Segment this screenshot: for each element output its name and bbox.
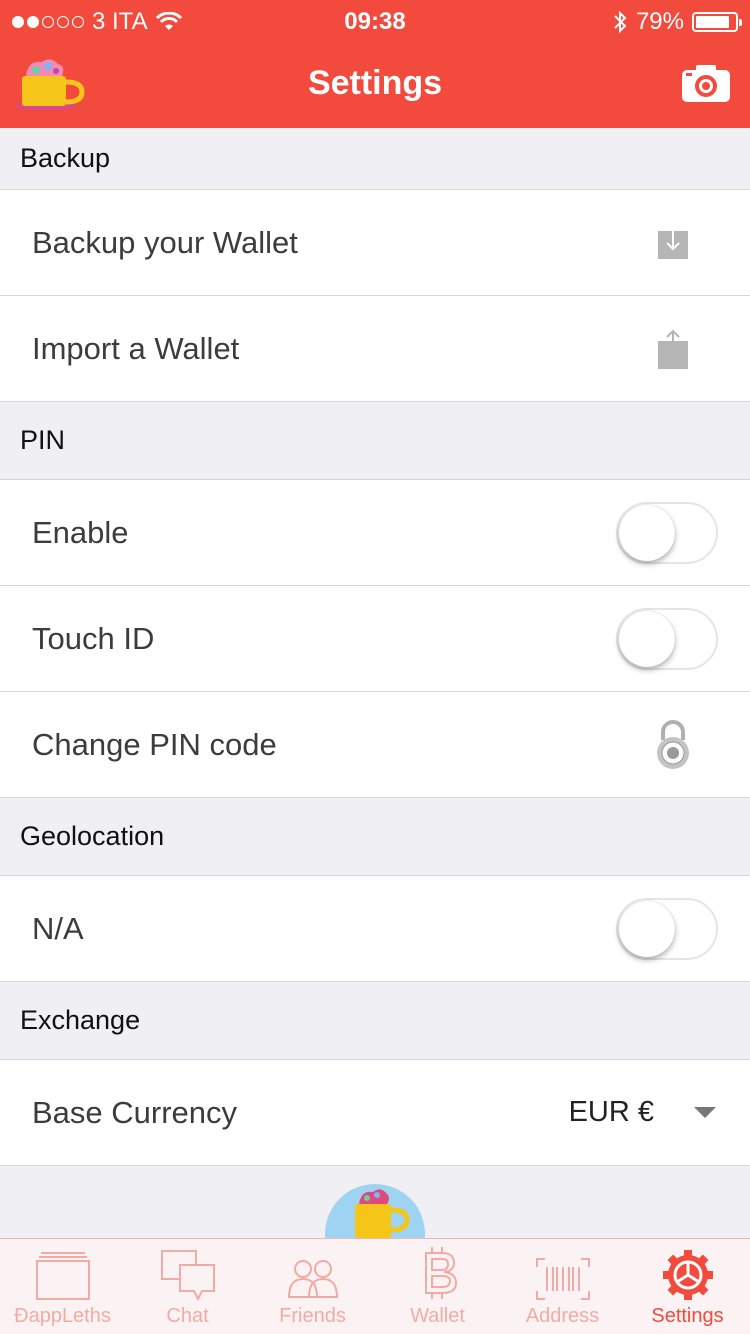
tab-chat[interactable]: Chat [125, 1239, 250, 1334]
tab-label: Address [525, 1305, 600, 1327]
tab-friends[interactable]: Friends [250, 1239, 375, 1334]
tab-label: Wallet [410, 1305, 465, 1327]
bluetooth-icon [614, 10, 627, 34]
folder-icon [35, 1252, 90, 1300]
base-currency-row[interactable]: Base Currency EUR € [0, 1060, 750, 1166]
upload-icon [648, 324, 698, 374]
bitcoin-icon [424, 1247, 457, 1299]
backup-wallet-label: Backup your Wallet [32, 224, 298, 260]
pin-enable-toggle[interactable] [616, 501, 718, 564]
base-currency-label: Base Currency [32, 1094, 238, 1130]
backup-wallet-row[interactable]: Backup your Wallet [0, 190, 750, 296]
tab-label: Settings [651, 1305, 724, 1327]
geolocation-row: N/A [0, 876, 750, 982]
settings-list: Backup Backup your Wallet Import a Walle… [0, 128, 750, 1238]
camera-icon[interactable] [680, 62, 732, 104]
tab-label: Chat [166, 1305, 209, 1327]
change-pin-label: Change PIN code [32, 726, 277, 762]
status-right: 79% [612, 8, 742, 36]
tab-label: Friends [279, 1305, 346, 1327]
tab-label: ÐappLeths [14, 1305, 111, 1327]
page-title: Settings [307, 64, 443, 102]
import-wallet-label: Import a Wallet [32, 330, 240, 366]
tab-wallet[interactable]: Wallet [375, 1239, 500, 1334]
battery-percent: 79% [635, 8, 684, 35]
section-header-backup: Backup [0, 128, 750, 190]
chat-bubbles-icon [160, 1250, 215, 1301]
geolocation-toggle[interactable] [616, 897, 718, 960]
tab-bar: ÐappLeths Chat Friends Wallet Address Se… [0, 1238, 750, 1334]
currency-value[interactable]: EUR € [569, 1096, 654, 1129]
battery-icon [692, 12, 742, 32]
pin-enable-row: Enable [0, 480, 750, 586]
padlock-icon [648, 719, 698, 770]
change-pin-row[interactable]: Change PIN code [0, 692, 750, 798]
section-header-exchange: Exchange [0, 982, 750, 1060]
geolocation-label: N/A [32, 910, 84, 946]
tab-dappleths[interactable]: ÐappLeths [0, 1239, 125, 1334]
import-wallet-row[interactable]: Import a Wallet [0, 296, 750, 402]
download-icon [648, 218, 698, 268]
footer-logo-icon [325, 1184, 425, 1238]
status-bar: 3 ITA 09:38 79% [0, 0, 750, 40]
touch-id-label: Touch ID [32, 620, 155, 656]
tab-settings[interactable]: Settings [625, 1239, 750, 1334]
touch-id-toggle[interactable] [616, 607, 718, 670]
pin-enable-label: Enable [32, 514, 129, 550]
section-header-geolocation: Geolocation [0, 798, 750, 876]
section-header-pin: PIN [0, 402, 750, 480]
barcode-icon [535, 1258, 590, 1300]
tab-address[interactable]: Address [500, 1239, 625, 1334]
touch-id-row: Touch ID [0, 586, 750, 692]
gear-icon [662, 1250, 713, 1300]
nav-bar: Settings [0, 40, 750, 128]
friends-icon [287, 1260, 338, 1298]
chevron-down-icon[interactable] [694, 1107, 716, 1118]
